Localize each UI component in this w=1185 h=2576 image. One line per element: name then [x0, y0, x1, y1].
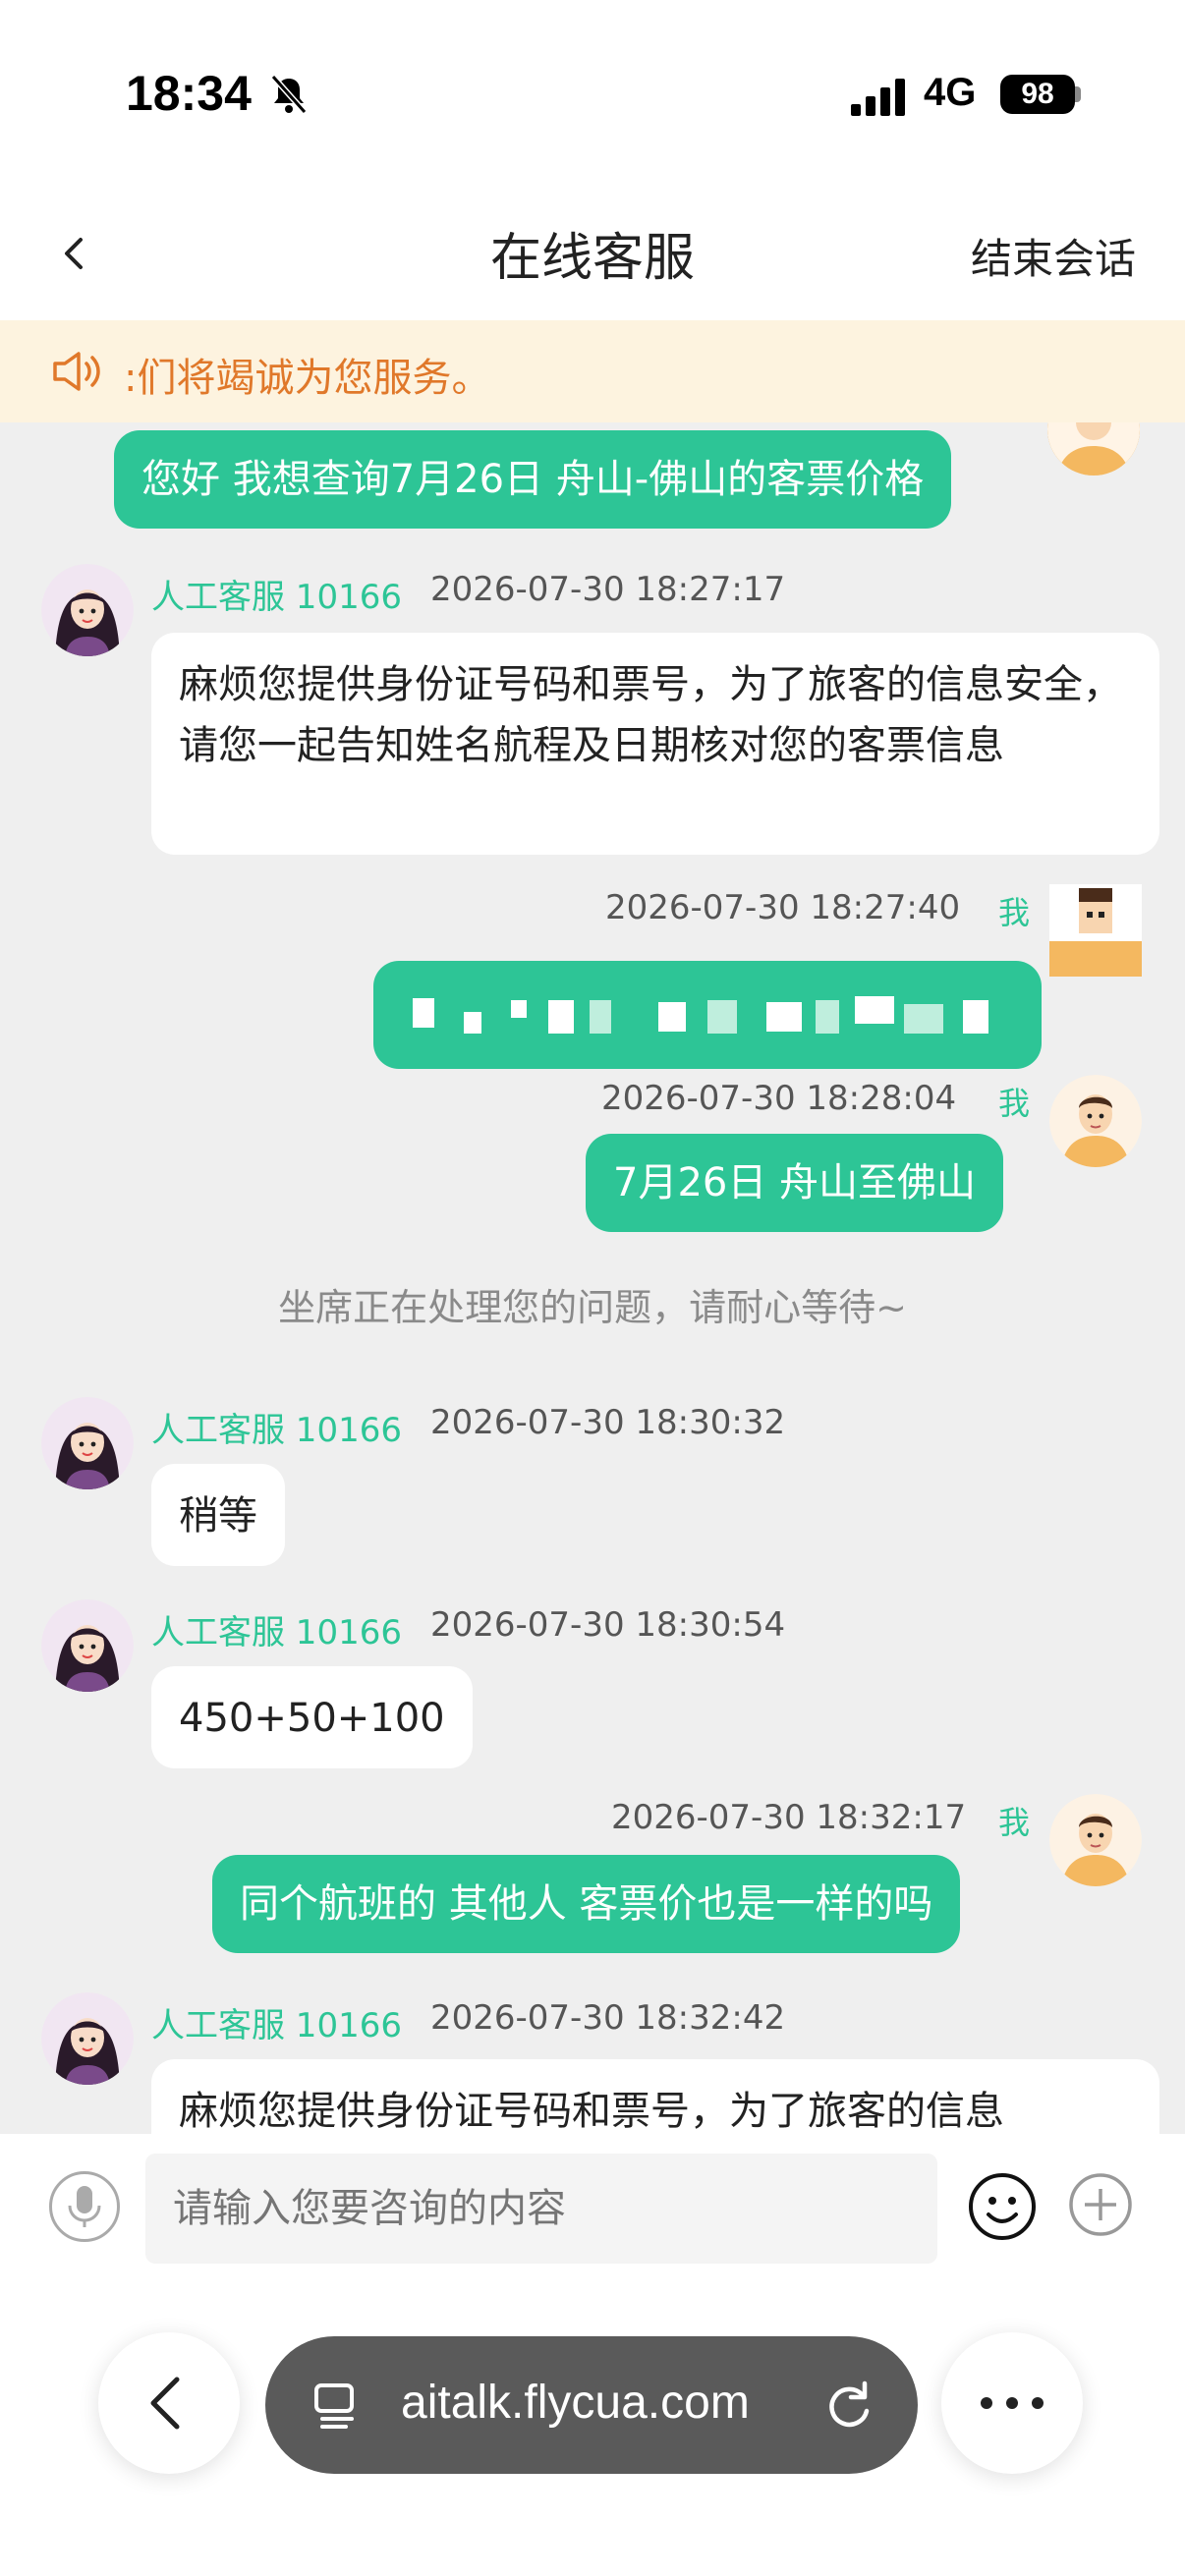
- message-time: 2026-07-30 18:27:40: [605, 888, 961, 927]
- message-time: 2026-07-30 18:30:32: [430, 1403, 786, 1442]
- agent-avatar-icon: [41, 1397, 134, 1489]
- user-avatar: [1049, 1794, 1142, 1886]
- message-time: 2026-07-30 18:30:54: [430, 1605, 786, 1645]
- message-bubble-incoming: 450+50+100: [151, 1666, 473, 1768]
- agent-avatar: [41, 1992, 134, 2085]
- agent-avatar-icon: [41, 564, 134, 656]
- agent-avatar-icon: [41, 1992, 134, 2085]
- user-avatar: [1047, 422, 1140, 476]
- user-avatar: [1049, 884, 1142, 977]
- sender-me-label: 我: [998, 894, 1031, 931]
- agent-name: 人工客服 10166: [151, 1411, 402, 1450]
- system-message: 坐席正在处理您的问题，请耐心等待~: [278, 1286, 907, 1329]
- status-time: 18:34: [126, 66, 252, 121]
- message-time: 2026-07-30 18:27:17: [430, 570, 786, 609]
- chat-area[interactable]: 您好 我想查询7月26日 舟山-佛山的客票价格 人工客服 10166 2026-…: [0, 422, 1185, 2134]
- speaker-icon: [53, 352, 100, 391]
- emoji-icon[interactable]: [967, 2171, 1038, 2242]
- user-avatar: [1049, 1075, 1142, 1167]
- user-avatar-icon: [1049, 1794, 1142, 1886]
- plus-icon[interactable]: [1067, 2171, 1134, 2238]
- message-time: 2026-07-30 18:32:17: [611, 1798, 967, 1837]
- agent-name: 人工客服 10166: [151, 578, 402, 617]
- browser-back-button[interactable]: [98, 2332, 240, 2474]
- message-time: 2026-07-30 18:28:04: [601, 1079, 957, 1118]
- battery-tip: [1075, 86, 1081, 102]
- notice-text: :们将竭诚为您服务。: [124, 356, 491, 401]
- message-bubble-outgoing: 您好 我想查询7月26日 舟山-佛山的客票价格: [114, 430, 952, 529]
- mic-icon: [68, 2186, 101, 2227]
- message-bubble-incoming: 稍等: [151, 1464, 285, 1566]
- message-bubble-outgoing: 同个航班的 其他人 客票价也是一样的吗: [212, 1855, 961, 1953]
- more-icon: [981, 2397, 1044, 2409]
- battery-level: 98: [1000, 75, 1075, 114]
- browser-toolbar: aitalk.flycua.com: [0, 2281, 1185, 2576]
- end-session-button[interactable]: 结束会话: [971, 226, 1136, 286]
- message-input[interactable]: [145, 2154, 937, 2264]
- more-button[interactable]: [941, 2332, 1083, 2474]
- user-avatar-icon: [1047, 422, 1140, 476]
- message-bubble-incoming: 麻烦您提供身份证号码和票号，为了旅客的信息: [151, 2059, 1159, 2134]
- back-icon: [150, 2377, 180, 2430]
- agent-avatar: [41, 1397, 134, 1489]
- signal-icon: [851, 79, 905, 116]
- agent-name: 人工客服 10166: [151, 2006, 402, 2045]
- user-avatar-icon: [1049, 1075, 1142, 1167]
- notice-banner: :们将竭诚为您服务。: [0, 320, 1185, 422]
- status-bar: 18:34 4G 98: [0, 0, 1185, 187]
- nav-bar: 在线客服 结束会话: [0, 187, 1185, 320]
- url-text: aitalk.flycua.com: [401, 2377, 750, 2429]
- input-bar: [0, 2134, 1185, 2281]
- message-bubble-outgoing: 7月26日 舟山至佛山: [586, 1134, 1004, 1232]
- bell-slash-icon: [270, 75, 308, 114]
- agent-avatar-icon: [41, 1599, 134, 1692]
- reload-icon[interactable]: [819, 2376, 878, 2435]
- user-avatar-icon: [1049, 884, 1142, 977]
- voice-button[interactable]: [49, 2171, 120, 2242]
- message-bubble-incoming: 麻烦您提供身份证号码和票号，为了旅客的信息安全，请您一起告知姓名航程及日期核对您…: [151, 633, 1159, 855]
- sender-me-label: 我: [998, 1804, 1031, 1841]
- agent-avatar: [41, 564, 134, 656]
- blurred-message-bubble: [373, 961, 1042, 1069]
- address-bar[interactable]: aitalk.flycua.com: [265, 2336, 918, 2474]
- network-label: 4G: [924, 71, 977, 114]
- tab-icon[interactable]: [309, 2378, 364, 2433]
- message-time: 2026-07-30 18:32:42: [430, 1998, 786, 2038]
- agent-avatar: [41, 1599, 134, 1692]
- sender-me-label: 我: [998, 1085, 1031, 1122]
- agent-name: 人工客服 10166: [151, 1613, 402, 1652]
